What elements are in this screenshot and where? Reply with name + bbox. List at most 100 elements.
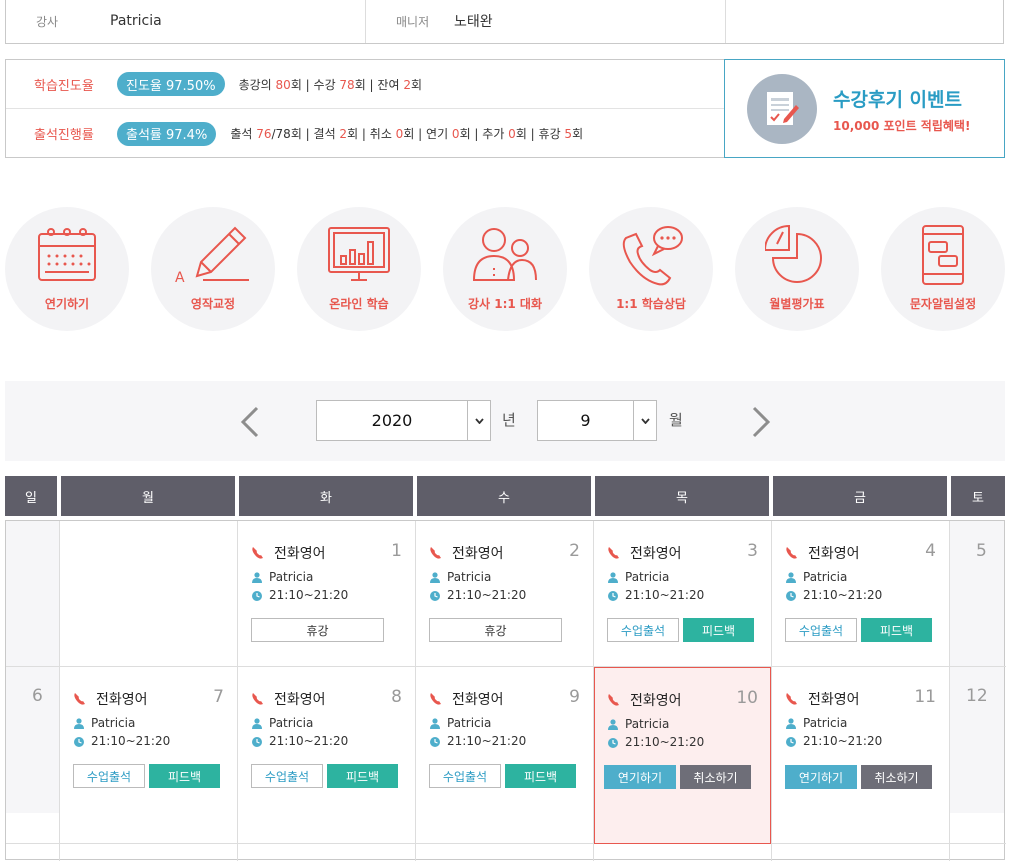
year-unit: 년 <box>502 411 516 429</box>
day-number: 5 <box>976 541 987 561</box>
teacher-label: 강사 <box>36 14 59 29</box>
class-type: 전화영어 <box>96 692 148 708</box>
feedback-button[interactable]: 피드백 <box>683 618 754 642</box>
feedback-button[interactable]: 피드백 <box>327 764 398 788</box>
teacher-name: Patricia <box>447 570 492 584</box>
cancel-button[interactable]: 취소하기 <box>861 765 932 789</box>
clock-icon <box>430 737 440 747</box>
clock-icon <box>608 591 618 601</box>
attend-button[interactable]: 수업출석 <box>429 764 501 788</box>
phone-icon <box>74 693 85 705</box>
teacher-name: Patricia <box>269 716 314 730</box>
cancel-button[interactable]: 취소하기 <box>680 765 751 789</box>
stats-text: 총강의 <box>238 77 276 92</box>
person-icon <box>74 718 84 729</box>
menu-monthly-report[interactable]: 월별평가표 <box>735 207 859 331</box>
month-select[interactable]: 9 <box>537 400 657 441</box>
class-type: 전화영어 <box>808 546 860 562</box>
event-title: 수강후기 이벤트 <box>833 89 962 111</box>
day-number: 2 <box>569 541 580 561</box>
stats-text: 회 | 수강 <box>290 77 340 92</box>
weekday-sun: 일 <box>5 476 57 516</box>
menu-label: 연기하기 <box>44 297 90 311</box>
class-type: 전화영어 <box>630 693 682 709</box>
menu-online-study[interactable]: 온라인 학습 <box>297 207 421 331</box>
manager-cell: 매니저 노태완 <box>366 0 726 43</box>
person-icon <box>430 572 440 583</box>
chevron-down-icon <box>467 401 490 440</box>
phone-icon <box>786 547 797 559</box>
day-number: 7 <box>213 687 224 707</box>
day-number: 9 <box>569 687 580 707</box>
next-month-arrow-icon[interactable] <box>750 406 774 438</box>
attend-button[interactable]: 수업출석 <box>607 618 679 642</box>
clock-icon <box>786 737 796 747</box>
study-progress-label: 학습진도율 <box>34 78 94 94</box>
class-type: 전화영어 <box>452 546 504 562</box>
progress-rate-badge: 진도율 97.50% <box>117 72 225 96</box>
attend-button[interactable]: 수업출석 <box>73 764 145 788</box>
stats-text: 회 <box>572 127 584 141</box>
menu-label: 문자알림설정 <box>909 297 977 311</box>
attend-button[interactable]: 수업출석 <box>785 618 857 642</box>
menu-counseling[interactable]: 1:1 학습상담 <box>589 207 713 331</box>
clock-icon <box>608 738 618 748</box>
attendance-rate-badge: 출석률 97.4% <box>117 121 217 146</box>
postpone-button[interactable]: 연기하기 <box>785 765 857 789</box>
holiday-button[interactable]: 휴강 <box>429 618 562 642</box>
clock-icon <box>786 591 796 601</box>
weekday-tue: 화 <box>239 476 413 516</box>
stats-absent: 2 <box>339 127 348 141</box>
study-progress-row: 학습진도율 진도율 97.50% 총강의 80회 | 수강 78회 | 잔여 2… <box>6 60 724 109</box>
menu-writing-correction[interactable]: A 영작교정 <box>151 207 275 331</box>
stats-taken: 78 <box>339 77 355 92</box>
feedback-button[interactable]: 피드백 <box>505 764 576 788</box>
weekday-mon: 월 <box>61 476 235 516</box>
person-icon <box>608 572 618 583</box>
review-event-banner[interactable]: 수강후기 이벤트 10,000 포인트 적립혜택! <box>724 59 1005 158</box>
class-type: 전화영어 <box>452 692 504 708</box>
stats-total: 80 <box>275 77 291 92</box>
phone-icon <box>430 547 441 559</box>
manager-label: 매니저 <box>396 14 430 29</box>
teacher-name: Patricia <box>803 570 848 584</box>
date-selector: 2020 년 9 월 <box>5 381 1005 461</box>
stats-extra: 0 <box>508 127 516 141</box>
attend-button[interactable]: 수업출석 <box>251 764 323 788</box>
menu-postpone[interactable]: 연기하기 <box>5 207 129 331</box>
holiday-button[interactable]: 휴강 <box>251 618 384 642</box>
teacher-value: Patricia <box>110 13 162 29</box>
menu-label: 1:1 학습상담 <box>616 297 686 311</box>
phone-icon <box>786 693 797 705</box>
monitor-chart-icon <box>328 227 390 281</box>
day-number: 11 <box>914 687 936 707</box>
class-time: 21:10~21:20 <box>625 588 705 602</box>
day-number: 8 <box>391 687 402 707</box>
menu-sms-settings[interactable]: 문자알림설정 <box>881 207 1005 331</box>
postpone-button[interactable]: 연기하기 <box>604 765 676 789</box>
menu-label: 온라인 학습 <box>329 297 389 311</box>
day-number: 4 <box>925 541 936 561</box>
menu-label: 영작교정 <box>190 297 236 311</box>
class-time: 21:10~21:20 <box>269 588 349 602</box>
chevron-down-icon <box>633 401 656 440</box>
class-type: 전화영어 <box>274 546 326 562</box>
stats-text: 회 | 추가 <box>459 127 509 141</box>
sunday-cell <box>6 521 60 667</box>
feedback-button[interactable]: 피드백 <box>149 764 220 788</box>
year-select[interactable]: 2020 <box>316 400 491 441</box>
person-icon <box>608 719 618 730</box>
day-number: 1 <box>391 541 402 561</box>
phone-icon <box>608 694 619 706</box>
phone-icon <box>252 693 263 705</box>
feedback-button[interactable]: 피드백 <box>861 618 932 642</box>
menu-teacher-chat[interactable]: 강사 1:1 대화 <box>443 207 567 331</box>
weekday-sat: 토 <box>951 476 1005 516</box>
event-subtitle: 10,000 포인트 적립혜택! <box>833 119 971 133</box>
class-time: 21:10~21:20 <box>91 734 171 748</box>
teacher-cell: 강사 Patricia <box>6 0 366 43</box>
calendar-grid: 5 6 12 전화영어 1 Patricia 21:10~21:20 휴강 전화영어 2 Pa… <box>5 520 1006 861</box>
pie-chart-icon <box>765 224 822 283</box>
prev-month-arrow-icon[interactable] <box>237 406 261 438</box>
stats-postpone: 0 <box>451 127 460 141</box>
